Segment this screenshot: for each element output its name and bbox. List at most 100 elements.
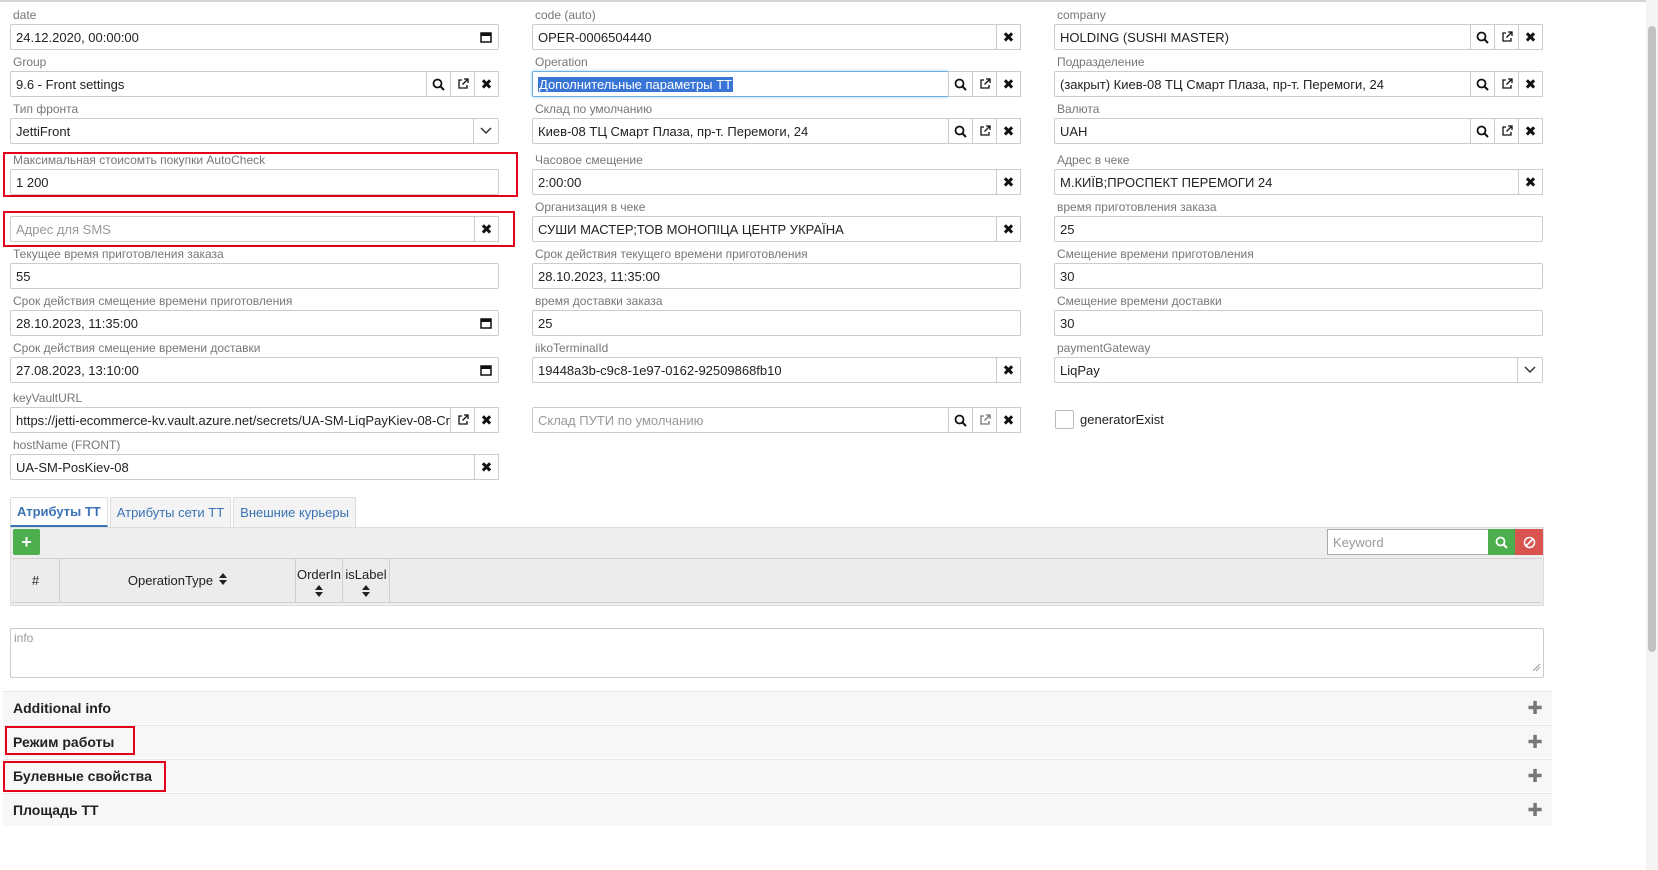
date-field: date 24.12.2020, 00:00:00 xyxy=(10,8,499,52)
clear-icon[interactable]: ✖ xyxy=(996,118,1021,144)
clear-icon[interactable]: ✖ xyxy=(996,216,1021,242)
generator-exist-checkbox[interactable] xyxy=(1055,410,1074,429)
clear-icon[interactable]: ✖ xyxy=(996,169,1021,195)
tab-network-attributes[interactable]: Атрибуты сети ТТ xyxy=(109,497,232,527)
section-title: Additional info xyxy=(13,700,111,716)
search-icon[interactable] xyxy=(948,71,973,97)
clear-icon[interactable]: ✖ xyxy=(996,24,1021,50)
delivery-time-input[interactable]: 25 xyxy=(532,310,1021,336)
calendar-icon[interactable] xyxy=(480,31,492,46)
timezone-offset-input[interactable]: 2:00:00 xyxy=(532,169,997,195)
clear-icon[interactable]: ✖ xyxy=(996,407,1021,433)
clear-icon[interactable]: ✖ xyxy=(1518,24,1543,50)
open-external-icon[interactable] xyxy=(972,407,997,433)
receipt-org-input[interactable]: СУШИ МАСТЕР;ТОВ МОНОПІЦА ЦЕНТР УКРАЇНА xyxy=(532,216,997,242)
receipt-org-field: Организация в чеке СУШИ МАСТЕР;ТОВ МОНОП… xyxy=(532,200,1021,244)
clear-icon[interactable]: ✖ xyxy=(996,357,1021,383)
open-external-icon[interactable] xyxy=(1494,71,1519,97)
chevron-down-icon[interactable] xyxy=(473,118,498,144)
open-external-icon[interactable] xyxy=(450,407,475,433)
delivery-offset-input[interactable]: 30 xyxy=(1054,310,1543,336)
section-area[interactable]: Площадь ТТ ✚ xyxy=(3,793,1552,826)
delivery-offset-expiry-label: Срок действия смещение времени доставки xyxy=(13,341,261,355)
prep-offset-label: Смещение времени приготовления xyxy=(1057,247,1254,261)
sort-icon[interactable] xyxy=(362,585,370,600)
clear-icon[interactable]: ✖ xyxy=(474,71,499,97)
keyword-clear-button[interactable] xyxy=(1515,529,1543,555)
front-type-select[interactable]: JettiFront xyxy=(10,118,499,144)
operation-input[interactable]: Дополнительные параметры ТТ xyxy=(532,71,949,97)
sort-icon[interactable] xyxy=(219,573,228,588)
iiko-terminal-input[interactable]: 19448a3b-c9c8-1e97-0162-92509868fb10 xyxy=(532,357,997,383)
keyword-search-button[interactable] xyxy=(1488,529,1515,555)
column-header-is-label[interactable]: isLabel xyxy=(343,559,390,602)
attributes-grid: + Keyword # OperationType OrderIn isLabe… xyxy=(10,527,1544,606)
expand-plus-icon[interactable]: ✚ xyxy=(1526,733,1544,751)
keyword-input[interactable]: Keyword xyxy=(1327,529,1489,555)
search-icon[interactable] xyxy=(948,407,973,433)
hostname-input[interactable]: UA-SM-PosKiev-08 xyxy=(10,454,475,480)
clear-icon[interactable]: ✖ xyxy=(474,454,499,480)
info-textarea[interactable]: info xyxy=(10,628,1544,678)
open-external-icon[interactable] xyxy=(972,71,997,97)
open-external-icon[interactable] xyxy=(972,118,997,144)
page-scrollbar[interactable] xyxy=(1646,0,1658,870)
company-input[interactable]: HOLDING (SUSHI MASTER) xyxy=(1054,24,1471,50)
group-input[interactable]: 9.6 - Front settings xyxy=(10,71,427,97)
current-prep-time-input[interactable]: 55 xyxy=(10,263,499,289)
prep-offset-input[interactable]: 30 xyxy=(1054,263,1543,289)
open-external-icon[interactable] xyxy=(1494,118,1519,144)
date-input[interactable]: 24.12.2020, 00:00:00 xyxy=(10,24,499,50)
section-boolean-properties[interactable]: Булевные свойства ✚ xyxy=(3,759,1552,792)
clear-icon[interactable]: ✖ xyxy=(1518,118,1543,144)
search-icon[interactable] xyxy=(1470,24,1495,50)
search-icon[interactable] xyxy=(426,71,451,97)
tab-external-couriers[interactable]: Внешние курьеры xyxy=(233,497,356,527)
resize-handle-icon[interactable] xyxy=(1532,660,1541,675)
search-icon[interactable] xyxy=(948,118,973,144)
default-path-warehouse-input[interactable]: Склад ПУТИ по умолчанию xyxy=(532,407,949,433)
column-header-index: # xyxy=(12,559,60,602)
sort-icon[interactable] xyxy=(315,585,323,600)
clear-icon[interactable]: ✖ xyxy=(474,216,499,242)
chevron-down-icon[interactable] xyxy=(1517,357,1542,383)
expand-plus-icon[interactable]: ✚ xyxy=(1526,767,1544,785)
currency-input[interactable]: UAH xyxy=(1054,118,1471,144)
key-vault-url-input[interactable]: https://jetti-ecommerce-kv.vault.azure.n… xyxy=(10,407,451,433)
add-row-button[interactable]: + xyxy=(13,529,40,555)
front-type-value: JettiFront xyxy=(16,123,71,139)
tab-tt-attributes[interactable]: Атрибуты ТТ xyxy=(10,497,108,527)
scrollbar-thumb[interactable] xyxy=(1648,26,1656,652)
highlight-boolean-properties xyxy=(3,761,166,792)
expand-plus-icon[interactable]: ✚ xyxy=(1526,801,1544,819)
open-external-icon[interactable] xyxy=(450,71,475,97)
receipt-address-input[interactable]: М.КИЇВ;ПРОСПЕКТ ПЕРЕМОГИ 24 xyxy=(1054,169,1519,195)
order-prep-time-input[interactable]: 25 xyxy=(1054,216,1543,242)
sms-address-input[interactable]: Адрес для SMS xyxy=(10,216,475,242)
clear-icon[interactable]: ✖ xyxy=(1518,71,1543,97)
calendar-icon[interactable] xyxy=(480,364,492,379)
generator-exist-field[interactable]: generatorExist xyxy=(1055,410,1164,429)
column-header-order-in[interactable]: OrderIn xyxy=(296,559,343,602)
subdivision-input[interactable]: (закрыт) Киев-08 ТЦ Смарт Плаза, пр-т. П… xyxy=(1054,71,1471,97)
prep-offset-expiry-input[interactable]: 28.10.2023, 11:35:00 xyxy=(10,310,499,336)
search-icon[interactable] xyxy=(1470,118,1495,144)
default-warehouse-input[interactable]: Киев-08 ТЦ Смарт Плаза, пр-т. Перемоги, … xyxy=(532,118,949,144)
current-prep-expiry-input[interactable]: 28.10.2023, 11:35:00 xyxy=(532,263,1021,289)
section-additional-info[interactable]: Additional info ✚ xyxy=(3,691,1552,724)
column-header-operation-type[interactable]: OperationType xyxy=(60,559,296,602)
section-work-mode[interactable]: Режим работы ✚ xyxy=(3,725,1552,758)
code-input[interactable]: OPER-0006504440 xyxy=(532,24,997,50)
expand-plus-icon[interactable]: ✚ xyxy=(1526,699,1544,717)
clear-icon[interactable]: ✖ xyxy=(474,407,499,433)
clear-icon[interactable]: ✖ xyxy=(996,71,1021,97)
operation-value: Дополнительные параметры ТТ xyxy=(538,76,734,92)
autocheck-max-input[interactable]: 1 200 xyxy=(10,169,499,195)
subdivision-label: Подразделение xyxy=(1057,55,1145,69)
open-external-icon[interactable] xyxy=(1494,24,1519,50)
clear-icon[interactable]: ✖ xyxy=(1518,169,1543,195)
calendar-icon[interactable] xyxy=(480,317,492,332)
search-icon[interactable] xyxy=(1470,71,1495,97)
payment-gateway-select[interactable]: LiqPay xyxy=(1054,357,1543,383)
delivery-offset-expiry-input[interactable]: 27.08.2023, 13:10:00 xyxy=(10,357,499,383)
